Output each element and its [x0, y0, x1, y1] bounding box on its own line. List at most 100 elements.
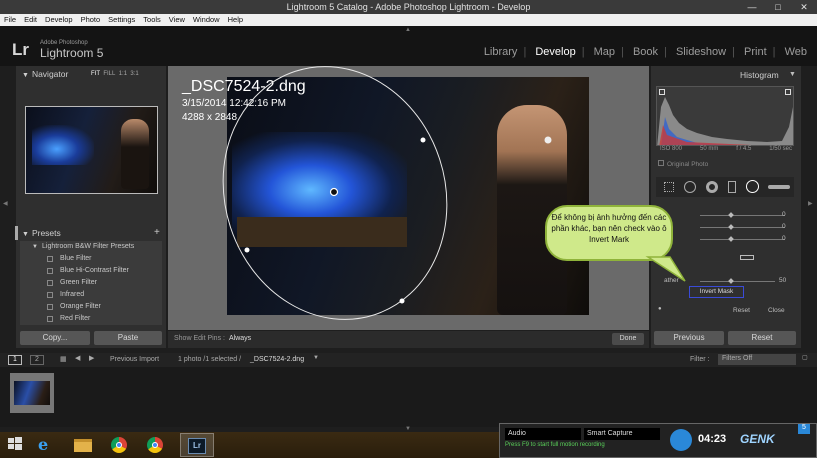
filmstrip-collapse-icon[interactable]: ▢ [802, 354, 808, 361]
red-eye-icon[interactable] [706, 181, 718, 193]
module-map[interactable]: Map [594, 46, 615, 58]
forward-arrow-icon[interactable]: ▶ [89, 354, 94, 362]
filmstrip [0, 367, 817, 427]
module-develop[interactable]: Develop [535, 46, 575, 58]
feather-slider[interactable] [700, 281, 775, 282]
menu-develop[interactable]: Develop [41, 14, 77, 24]
exif-info: ISO 800 50 mm f / 4.5 1/50 sec [660, 146, 792, 152]
internet-explorer-icon[interactable]: e [38, 435, 60, 455]
filter-handle[interactable] [244, 247, 250, 253]
filter-handle[interactable] [420, 137, 426, 143]
record-button[interactable] [670, 429, 692, 451]
histogram-graph[interactable] [656, 86, 794, 146]
mask-close-button[interactable]: Close [768, 307, 785, 314]
file-explorer-icon[interactable] [74, 435, 96, 455]
source-label[interactable]: Previous Import [110, 356, 159, 363]
menu-view[interactable]: View [165, 14, 189, 24]
selected-filename[interactable]: _DSC7524-2.dng [250, 356, 304, 363]
graduated-filter-icon[interactable] [728, 181, 736, 193]
menu-tools[interactable]: Tools [139, 14, 165, 24]
slider-track[interactable] [700, 215, 785, 216]
filter-center-pin[interactable] [329, 187, 339, 197]
slider-value: 0 [782, 235, 786, 242]
crop-tool-icon[interactable] [664, 182, 674, 192]
slider-track[interactable] [700, 227, 785, 228]
edit-pins-select[interactable]: Always [229, 335, 251, 342]
spot-removal-icon[interactable] [684, 181, 696, 193]
preset-item[interactable]: Red Filter [20, 313, 162, 325]
zoom-3-1[interactable]: 3:1 [130, 71, 138, 77]
zoom-1-1[interactable]: 1:1 [119, 71, 127, 77]
menu-help[interactable]: Help [224, 14, 247, 24]
navigator-header[interactable]: ▼ Navigator [22, 69, 68, 79]
color-swatch[interactable] [740, 255, 754, 260]
preset-folder[interactable]: ▼ Lightroom B&W Filter Presets [20, 241, 162, 253]
collapse-top-icon[interactable]: ▲ [405, 27, 411, 33]
module-library[interactable]: Library [484, 46, 518, 58]
maximize-button[interactable]: □ [765, 0, 791, 14]
mask-reset-button[interactable]: Reset [733, 307, 750, 314]
minimize-button[interactable]: — [739, 0, 765, 14]
lightroom-taskbar-button[interactable]: Lr [180, 433, 214, 457]
highlight-clipping-icon[interactable] [785, 89, 791, 95]
collapse-right-icon[interactable]: ▶ [808, 200, 813, 207]
preset-item[interactable]: Blue Hi-Contrast Filter [20, 265, 162, 277]
module-picker: Library | Develop | Map | Book | Slideshow | … [483, 46, 807, 58]
radial-filter-overlay[interactable] [168, 66, 649, 330]
slider-track[interactable] [700, 239, 785, 240]
filter-handle[interactable] [399, 298, 405, 304]
navigator-preview[interactable] [25, 106, 158, 194]
grid-view-icon[interactable]: ▦ [60, 355, 67, 363]
menu-edit[interactable]: Edit [20, 14, 41, 24]
filmstrip-thumbnail[interactable] [10, 373, 54, 413]
preset-item[interactable]: Infrared [20, 289, 162, 301]
menu-window[interactable]: Window [189, 14, 224, 24]
preset-item[interactable]: Blue Filter [20, 253, 162, 265]
copy-button[interactable]: Copy... [20, 331, 90, 345]
presets-header[interactable]: ▼ Presets [22, 228, 61, 238]
windows-start-icon[interactable] [6, 435, 28, 455]
menu-settings[interactable]: Settings [104, 14, 139, 24]
back-arrow-icon[interactable]: ◀ [75, 354, 80, 362]
view-2-button[interactable]: 2 [30, 355, 44, 365]
pin-toggle-icon[interactable]: ● [658, 306, 662, 312]
histogram-title[interactable]: Histogram [740, 70, 779, 80]
collapse-left-icon[interactable]: ◀ [3, 200, 8, 207]
adjustment-brush-icon[interactable] [768, 185, 790, 189]
menu-file[interactable]: File [0, 14, 20, 24]
show-edit-pins-label: Show Edit Pins : [174, 335, 225, 342]
shadow-clipping-icon[interactable] [659, 89, 665, 95]
left-scrollbar[interactable] [15, 226, 18, 240]
smart-capture-toggle[interactable]: Smart Capture [584, 428, 660, 440]
file-dropdown-icon[interactable]: ▼ [313, 355, 319, 361]
zoom-fill[interactable]: FILL [103, 71, 115, 77]
filter-select[interactable]: Filters Off [718, 354, 796, 365]
view-1-button[interactable]: 1 [8, 355, 22, 365]
preset-item[interactable]: Green Filter [20, 277, 162, 289]
module-book[interactable]: Book [633, 46, 658, 58]
filmstrip-bar: 1 2 ▦ ◀ ▶ Previous Import 1 photo /1 sel… [0, 353, 817, 367]
module-print[interactable]: Print [744, 46, 767, 58]
add-preset-icon[interactable]: + [154, 227, 160, 238]
previous-button[interactable]: Previous [654, 331, 724, 345]
radial-filter-icon[interactable] [746, 180, 759, 193]
paste-button[interactable]: Paste [94, 331, 162, 345]
zoom-fit[interactable]: FIT [91, 71, 100, 77]
done-button[interactable]: Done [612, 333, 644, 345]
histogram-collapse-icon[interactable]: ▼ [789, 71, 796, 78]
audio-toggle[interactable]: Audio [505, 428, 581, 440]
original-photo-toggle[interactable]: Original Photo [658, 160, 708, 168]
edit-pin[interactable] [544, 136, 552, 144]
close-button[interactable]: ✕ [791, 0, 817, 14]
module-slideshow[interactable]: Slideshow [676, 46, 726, 58]
invert-mask-checkbox[interactable]: Invert Mask [689, 286, 744, 298]
module-web[interactable]: Web [785, 46, 807, 58]
preset-item[interactable]: Orange Filter [20, 301, 162, 313]
chrome-icon[interactable] [111, 435, 133, 455]
radial-filter-ellipse[interactable] [191, 66, 479, 330]
slider-value: 0 [782, 223, 786, 230]
feather-value: 50 [779, 277, 787, 284]
menu-photo[interactable]: Photo [77, 14, 105, 24]
chrome-icon-2[interactable] [147, 435, 169, 455]
reset-button[interactable]: Reset [728, 331, 796, 345]
